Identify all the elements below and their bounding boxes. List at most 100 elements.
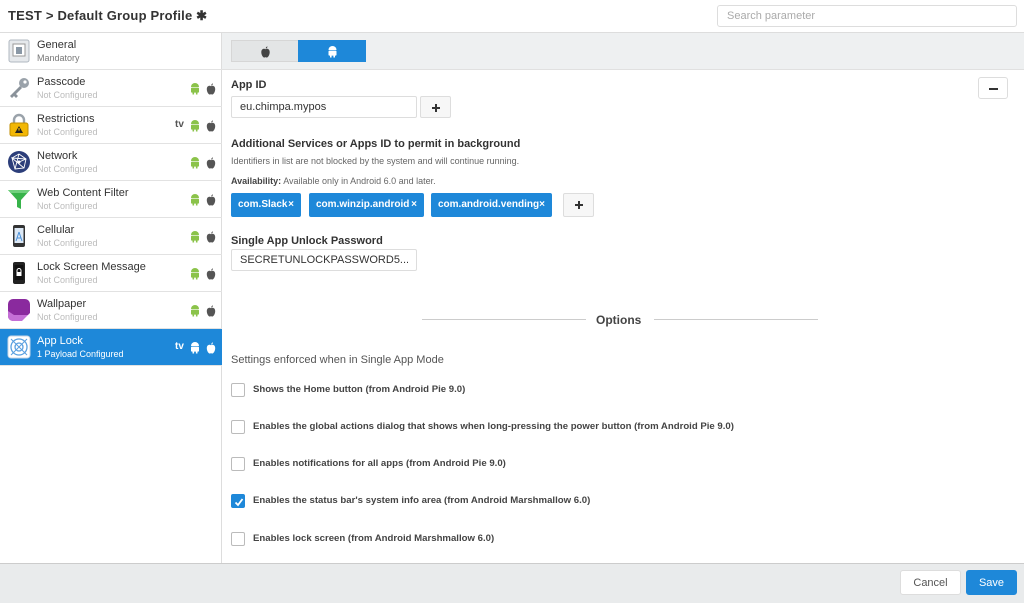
- remove-payload-button[interactable]: [978, 77, 1008, 99]
- android-icon: [191, 83, 199, 95]
- additional-services-helper: Identifiers in list are not blocked by t…: [231, 156, 520, 166]
- general-icon: [8, 39, 30, 63]
- additional-services-label: Additional Services or Apps ID to permit…: [231, 138, 521, 150]
- sidebar-item-status: Not Configured: [37, 127, 98, 137]
- tv-platform-label: tv: [175, 341, 184, 352]
- lock-icon: [9, 113, 29, 137]
- sidebar-item-cellular[interactable]: Cellular Not Configured: [0, 218, 222, 255]
- apple-icon: [206, 305, 216, 317]
- sidebar-item-general[interactable]: General Mandatory: [0, 33, 222, 70]
- unlock-password-label: Single App Unlock Password: [231, 235, 383, 247]
- android-icon: [191, 120, 199, 132]
- sidebar-item-status: Not Configured: [37, 312, 98, 322]
- apple-icon: [206, 231, 216, 243]
- sidebar-item-restrictions[interactable]: Restrictions Not Configured tv: [0, 107, 222, 144]
- tag-label: com.winzip.android: [316, 199, 410, 210]
- sidebar-item-app-lock[interactable]: App Lock 1 Payload Configured tv: [0, 329, 222, 366]
- single-app-settings-caption: Settings enforced when in Single App Mod…: [231, 354, 444, 366]
- option-status-bar-info[interactable]: Enables the status bar's system info are…: [231, 494, 931, 510]
- availability-label: Availability:: [231, 176, 282, 186]
- android-icon: [328, 46, 337, 58]
- apple-icon: [261, 46, 270, 58]
- option-label: Enables the global actions dialog that s…: [253, 421, 734, 432]
- sidebar-item-lock-screen-message[interactable]: Lock Screen Message Not Configured: [0, 255, 222, 292]
- apple-icon: [206, 194, 216, 206]
- sidebar-item-network[interactable]: Network Not Configured: [0, 144, 222, 181]
- app-id-input[interactable]: [231, 96, 417, 118]
- sidebar-item-label: Web Content Filter: [37, 187, 129, 199]
- tab-android[interactable]: [298, 40, 366, 62]
- options-divider-right: [654, 319, 818, 320]
- save-button[interactable]: Save: [966, 570, 1017, 595]
- service-tag[interactable]: com.Slack ×: [231, 193, 301, 217]
- sidebar-item-label: Wallpaper: [37, 298, 87, 310]
- checkbox[interactable]: [231, 494, 245, 508]
- sidebar-item-label: General: [37, 39, 77, 51]
- option-label: Enables lock screen (from Android Marshm…: [253, 533, 495, 544]
- tag-label: com.android.vending: [438, 199, 540, 210]
- sidebar-item-status: Mandatory: [37, 53, 80, 63]
- page-title: TEST > Default Group Profile ✱: [8, 8, 208, 23]
- android-icon: [191, 342, 199, 354]
- sidebar-item-status: Not Configured: [37, 201, 98, 211]
- android-icon: [191, 268, 199, 280]
- footer-bar: Cancel Save: [0, 563, 1024, 603]
- sidebar-item-label: App Lock: [37, 335, 83, 347]
- option-lock-screen[interactable]: Enables lock screen (from Android Marshm…: [231, 532, 931, 548]
- sidebar-item-status: Not Configured: [37, 164, 98, 174]
- funnel-icon: [8, 190, 30, 209]
- sidebar-item-passcode[interactable]: Passcode Not Configured: [0, 70, 222, 107]
- sidebar-item-label: Passcode: [37, 76, 86, 88]
- android-icon: [191, 305, 199, 317]
- close-icon[interactable]: ×: [539, 193, 545, 217]
- close-icon[interactable]: ×: [411, 193, 417, 217]
- availability-note: Availability: Available only in Android …: [231, 176, 436, 186]
- header-bar: TEST > Default Group Profile ✱: [0, 0, 1024, 33]
- minus-icon: [989, 88, 998, 90]
- wallpaper-icon: [8, 299, 30, 321]
- apple-icon: [206, 268, 216, 280]
- network-icon: [8, 151, 30, 173]
- android-icon: [191, 194, 199, 206]
- tag-label: com.Slack: [238, 199, 288, 210]
- apple-icon: [206, 157, 216, 169]
- unlock-password-input[interactable]: [231, 249, 417, 271]
- close-icon[interactable]: ×: [288, 193, 294, 217]
- cancel-button[interactable]: Cancel: [900, 570, 961, 595]
- platform-tab-bar: [222, 33, 1024, 70]
- checkbox[interactable]: [231, 457, 245, 471]
- option-notifications[interactable]: Enables notifications for all apps (from…: [231, 457, 931, 473]
- sidebar-item-status: Not Configured: [37, 90, 98, 100]
- android-icon: [191, 231, 199, 243]
- option-home-button[interactable]: Shows the Home button (from Android Pie …: [231, 383, 931, 399]
- option-label: Enables the status bar's system info are…: [253, 495, 591, 506]
- sidebar-item-label: Lock Screen Message: [37, 261, 146, 273]
- options-title: Options: [596, 313, 642, 327]
- service-tag[interactable]: com.winzip.android ×: [309, 193, 424, 217]
- options-divider-left: [422, 319, 586, 320]
- tab-apple[interactable]: [231, 40, 299, 62]
- checkbox[interactable]: [231, 383, 245, 397]
- add-service-button[interactable]: [563, 193, 594, 217]
- option-label: Enables notifications for all apps (from…: [253, 458, 506, 469]
- cellular-icon: [13, 225, 25, 247]
- availability-text: Available only in Android 6.0 and later.: [281, 176, 436, 186]
- sidebar-item-wallpaper[interactable]: Wallpaper Not Configured: [0, 292, 222, 329]
- sidebar-item-status: Not Configured: [37, 238, 98, 248]
- app-lock-icon: [7, 335, 31, 359]
- sidebar-item-web-content-filter[interactable]: Web Content Filter Not Configured: [0, 181, 222, 218]
- option-global-actions[interactable]: Enables the global actions dialog that s…: [231, 420, 931, 436]
- option-label: Shows the Home button (from Android Pie …: [253, 384, 466, 395]
- add-app-id-button[interactable]: [420, 96, 451, 118]
- android-icon: [191, 157, 199, 169]
- apple-icon: [206, 120, 216, 132]
- search-input[interactable]: [717, 5, 1017, 27]
- sidebar-item-label: Network: [37, 150, 78, 162]
- sidebar: General Mandatory Passcode Not Configure…: [0, 33, 222, 563]
- tv-platform-label: tv: [175, 119, 184, 130]
- sidebar-item-status: Not Configured: [37, 275, 98, 285]
- apple-icon: [206, 342, 216, 354]
- checkbox[interactable]: [231, 420, 245, 434]
- checkbox[interactable]: [231, 532, 245, 546]
- service-tag[interactable]: com.android.vending ×: [431, 193, 552, 217]
